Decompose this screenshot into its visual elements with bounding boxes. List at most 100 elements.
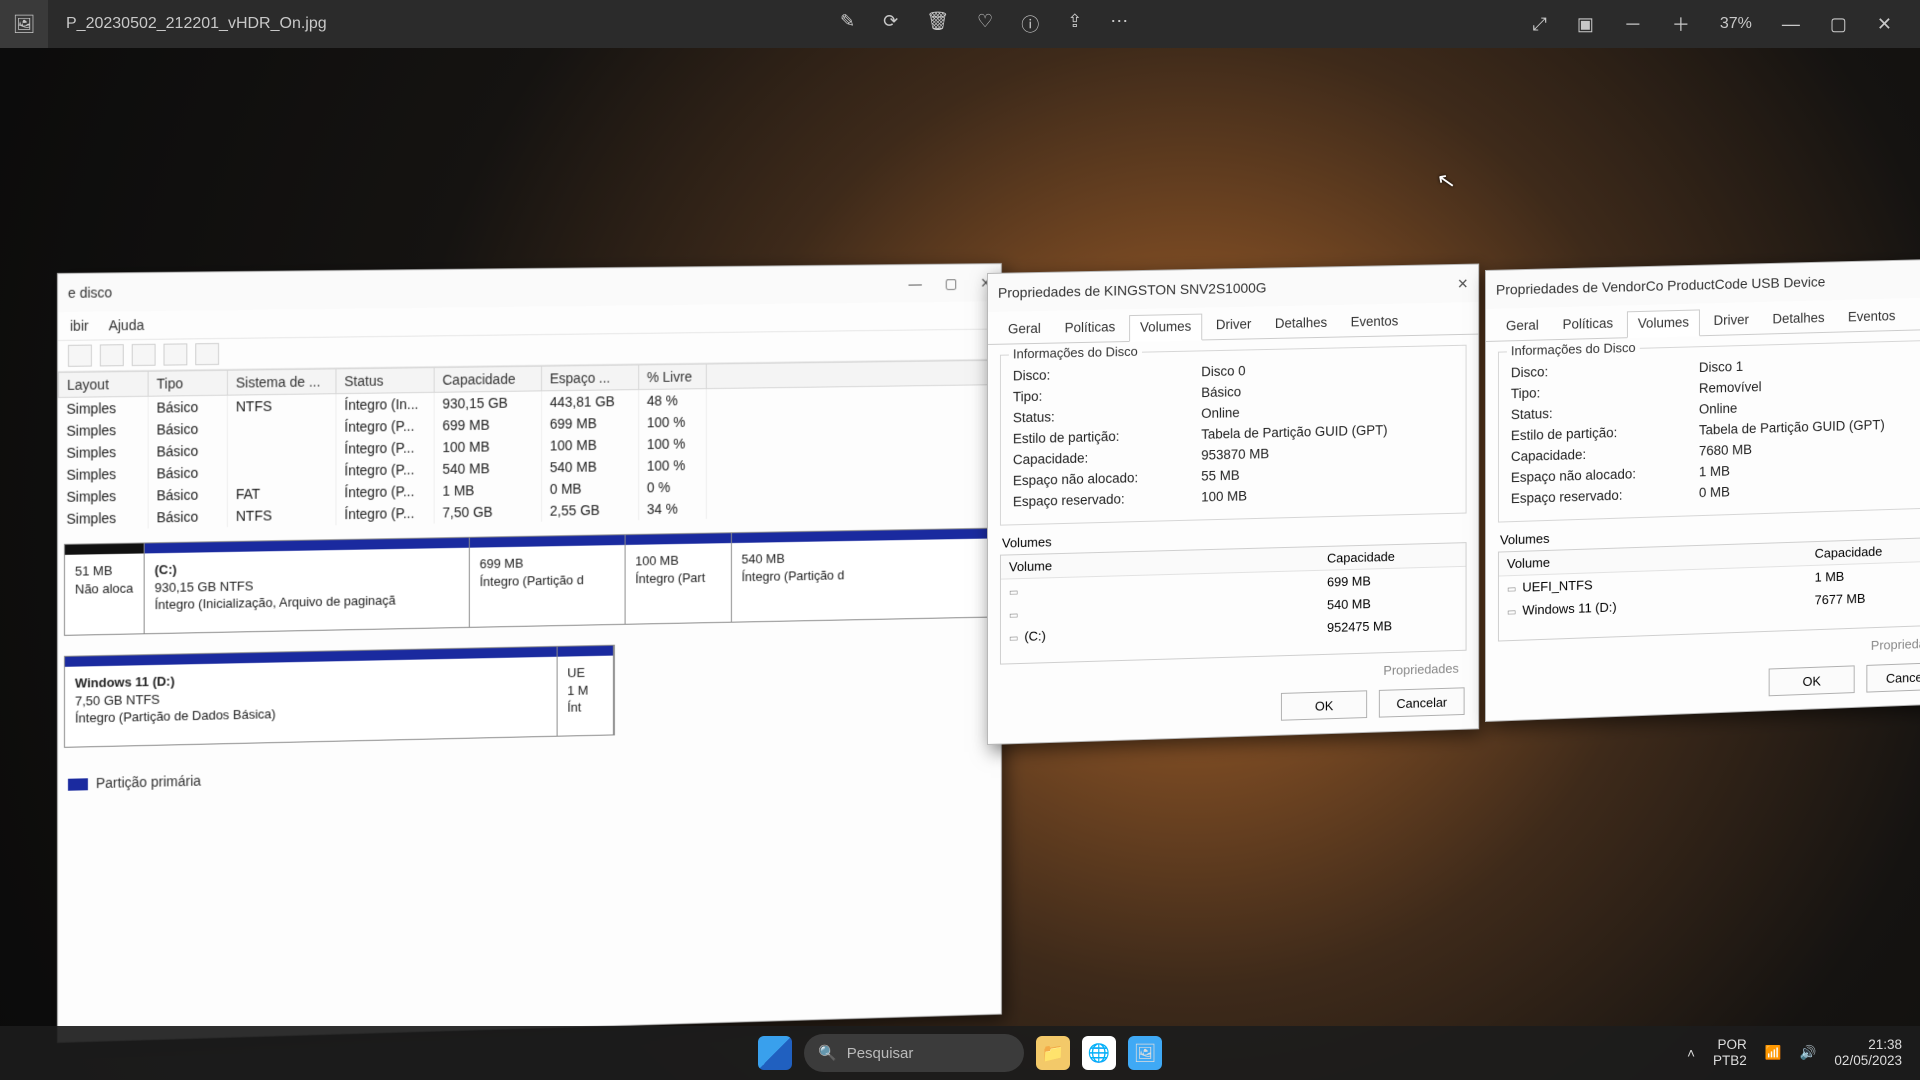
close-icon[interactable]: ✕	[1457, 275, 1468, 292]
cell: 0 %	[639, 476, 707, 499]
menu-help[interactable]: Ajuda	[109, 317, 145, 333]
cell: 443,81 GB	[542, 390, 639, 414]
toolbar-button[interactable]	[68, 345, 92, 367]
delete-icon[interactable]: 🗑	[926, 11, 949, 37]
disk1-map[interactable]: Windows 11 (D:) 7,50 GB NTFS Íntegro (Pa…	[64, 645, 615, 748]
fullscreen-icon[interactable]: ⤢	[1532, 14, 1546, 35]
volume-table[interactable]: Layout Tipo Sistema de ... Status Capaci…	[58, 360, 1001, 530]
toolbar-button[interactable]	[195, 343, 219, 365]
volume-listbox[interactable]: Volume Capacidade UEFI_NTFS1 MBWindows 1…	[1498, 537, 1920, 642]
col-cap[interactable]: Capacidade	[434, 366, 541, 392]
cell: 699 MB	[434, 413, 541, 436]
tab-volumes[interactable]: Volumes	[1129, 314, 1202, 342]
tab-driver[interactable]: Driver	[1704, 308, 1759, 335]
taskbar-search[interactable]: 🔍 Pesquisar	[804, 1034, 1024, 1072]
mouse-cursor-icon: ↖	[1435, 167, 1458, 196]
legend-primary-partition: Partição primária	[58, 746, 1001, 800]
photo-canvas[interactable]: ↖ e disco — ▢ ✕ ibir Ajuda	[0, 48, 1920, 1080]
col-pct[interactable]: % Livre	[639, 364, 707, 390]
cell: 699 MB	[542, 412, 639, 435]
cell: Simples	[58, 506, 148, 529]
ok-button[interactable]: OK	[1769, 665, 1855, 696]
cell: Básico	[148, 418, 227, 441]
lang-line2: PTB2	[1713, 1053, 1747, 1069]
maximize-icon[interactable]: ▢	[945, 275, 958, 292]
zoom-in-icon[interactable]: ＋	[1672, 11, 1690, 37]
info-icon[interactable]: ⓘ	[1021, 11, 1039, 37]
chevron-up-icon[interactable]: ˄	[1687, 1046, 1695, 1061]
cell: FAT	[227, 482, 336, 506]
zoom-out-icon[interactable]: －	[1624, 11, 1642, 37]
filmstrip-icon[interactable]: ▣	[1577, 14, 1594, 35]
ok-button[interactable]: OK	[1281, 690, 1367, 720]
share-icon[interactable]: ⇪	[1067, 11, 1082, 37]
cell: Simples	[58, 396, 148, 420]
tab-politicas[interactable]: Políticas	[1553, 311, 1623, 339]
cell	[227, 460, 336, 484]
cell: 34 %	[639, 497, 707, 520]
tab-politicas[interactable]: Políticas	[1055, 315, 1125, 342]
cancel-button[interactable]: Cancelar	[1379, 687, 1465, 717]
label: Disco:	[1013, 364, 1201, 383]
minimize-icon[interactable]: —	[909, 275, 922, 292]
cell: Básico	[148, 461, 227, 484]
cell: Simples	[58, 485, 148, 508]
cell: Simples	[58, 419, 148, 442]
label: Capacidade:	[1013, 448, 1201, 468]
cell: 540 MB	[434, 457, 541, 480]
cell: Íntegro (P...	[336, 458, 434, 481]
clock[interactable]: 21:38 02/05/2023	[1834, 1037, 1902, 1069]
lang-line1: POR	[1713, 1037, 1747, 1053]
volume-listbox[interactable]: Volume Capacidade 699 MB540 MB(C:)952475…	[1000, 542, 1467, 664]
cell: Básico	[148, 439, 227, 462]
disk0-map[interactable]: 51 MB Não aloca (C:) 930,15 GB NTFS Ínte…	[64, 528, 995, 636]
menu-view[interactable]: ibir	[70, 318, 89, 334]
cancel-button[interactable]: Cancela	[1866, 662, 1920, 693]
toolbar-button[interactable]	[132, 344, 156, 366]
cell: 1 MB	[434, 478, 541, 501]
language-indicator[interactable]: POR PTB2	[1713, 1037, 1747, 1069]
rotate-icon[interactable]: ⟳	[883, 11, 898, 37]
col-status[interactable]: Status	[336, 368, 434, 394]
tab-volumes[interactable]: Volumes	[1627, 309, 1700, 338]
wifi-icon[interactable]: 📶	[1765, 1045, 1782, 1061]
tab-detalhes[interactable]: Detalhes	[1763, 306, 1835, 334]
chrome-icon[interactable]: 🌐	[1082, 1036, 1116, 1070]
edit-icon[interactable]: ✎	[840, 11, 855, 37]
cell: 0 MB	[542, 477, 639, 500]
toolbar-button[interactable]	[100, 344, 124, 366]
col-layout[interactable]: Layout	[58, 371, 148, 397]
tab-detalhes[interactable]: Detalhes	[1265, 311, 1337, 338]
col-capacity[interactable]: Capacidade	[1319, 543, 1465, 570]
col-free[interactable]: Espaço ...	[542, 365, 639, 391]
disk-mgmt-title: e disco	[68, 284, 112, 300]
volume-icon[interactable]: 🔊	[1800, 1045, 1817, 1061]
heart-icon[interactable]: ♡	[977, 11, 993, 37]
cell: Íntegro (P...	[336, 415, 434, 438]
col-fs[interactable]: Sistema de ...	[227, 369, 336, 395]
minimize-icon[interactable]: —	[1782, 14, 1800, 35]
label: Estilo de partição:	[1511, 423, 1699, 444]
close-icon[interactable]: ✕	[1877, 14, 1892, 35]
tab-driver[interactable]: Driver	[1206, 312, 1261, 339]
cell: Íntegro (P...	[336, 436, 434, 459]
tab-eventos[interactable]: Eventos	[1838, 304, 1905, 331]
tab-geral[interactable]: Geral	[1496, 313, 1549, 340]
col-capacity[interactable]: Capacidade	[1807, 538, 1920, 566]
cell: 48 %	[639, 389, 707, 412]
disk-info-group: Informações do Disco Disco:Disco 0 Tipo:…	[1000, 345, 1467, 526]
cell: 100 %	[639, 454, 707, 477]
cell: Simples	[58, 441, 148, 464]
photos-icon[interactable]: 🖼	[1128, 1036, 1162, 1070]
file-explorer-icon[interactable]: 📁	[1036, 1036, 1070, 1070]
more-icon[interactable]: ⋯	[1110, 11, 1128, 37]
maximize-icon[interactable]: ▢	[1830, 14, 1847, 35]
start-button[interactable]	[758, 1036, 792, 1070]
tab-eventos[interactable]: Eventos	[1341, 309, 1408, 336]
photo-app-icon[interactable]: 🖼	[0, 0, 48, 48]
toolbar-button[interactable]	[164, 343, 188, 365]
tab-geral[interactable]: Geral	[998, 317, 1051, 344]
cell: 100 MB	[542, 433, 639, 456]
dialog-title: Propriedades de KINGSTON SNV2S1000G	[998, 280, 1267, 301]
col-type[interactable]: Tipo	[148, 370, 227, 396]
